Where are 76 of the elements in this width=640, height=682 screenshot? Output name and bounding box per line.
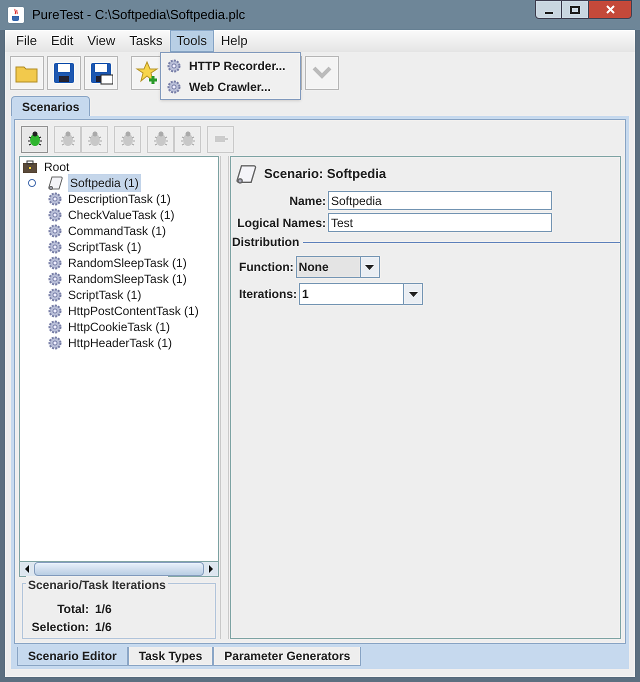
tree-item[interactable]: CommandTask (1) [66, 222, 168, 240]
scroll-icon [236, 163, 258, 185]
gear-icon [48, 336, 62, 350]
caret-icon [408, 292, 418, 296]
window-title: PureTest - C:\Softpedia\Softpedia.plc [32, 6, 246, 24]
minimize-button[interactable] [535, 0, 562, 19]
field-label: Iterations: [239, 286, 298, 303]
tree-item[interactable]: CheckValueTask (1) [66, 206, 176, 224]
section-title: Distribution [232, 234, 300, 251]
gear-icon [48, 192, 62, 206]
plug-icon [212, 134, 228, 144]
caret-icon [365, 264, 374, 270]
stat-label: Selection: [30, 619, 89, 636]
bug-icon [152, 131, 168, 147]
tree-item[interactable]: HttpPostContentTask (1) [66, 302, 201, 320]
tree-item[interactable]: ScriptTask (1) [66, 238, 144, 256]
toolbar-button[interactable] [84, 56, 118, 90]
maximize-button[interactable] [562, 0, 588, 19]
scroll-icon [48, 175, 64, 191]
java-cup-icon [8, 7, 24, 23]
bug-icon [86, 131, 102, 147]
stat-value: 1/6 [95, 601, 113, 618]
tree-item[interactable]: Softpedia (1) [68, 174, 141, 192]
floppy-icon [89, 61, 113, 85]
gear-icon [48, 256, 62, 270]
tree-item[interactable]: ScriptTask (1) [66, 286, 144, 304]
dropdown[interactable]: None [296, 256, 380, 278]
menu-entry[interactable]: HTTP Recorder... [161, 55, 300, 76]
field-label: Logical Names: [236, 214, 326, 232]
bug-icon [120, 131, 136, 147]
gear-icon [48, 272, 62, 286]
gear-icon [48, 288, 62, 302]
expand-handle-icon[interactable] [28, 179, 36, 187]
field-label: Function: [239, 259, 294, 276]
stat-label: Total: [56, 601, 89, 618]
tree-item[interactable]: DescriptionTask (1) [66, 190, 173, 208]
star-add-icon [135, 60, 161, 86]
stat-value: 1/6 [95, 619, 113, 636]
text-field[interactable]: Softpedia [328, 191, 552, 210]
menu-entry[interactable]: Web Crawler... [161, 76, 300, 97]
close-button[interactable] [588, 0, 632, 19]
gear-icon [48, 224, 62, 238]
bug-icon [26, 131, 42, 147]
tab[interactable]: Parameter Generators [213, 647, 362, 666]
gear-icon [167, 58, 181, 72]
tree-item[interactable]: RandomSleepTask (1) [66, 254, 189, 272]
gear-icon [48, 240, 62, 254]
dropdown[interactable]: 1 [299, 283, 424, 305]
gear-icon [48, 208, 62, 222]
menu-item[interactable]: File [9, 30, 44, 52]
gear-icon [167, 80, 181, 94]
tree-item[interactable]: Root [42, 158, 72, 176]
field-label: Name: [288, 192, 326, 210]
floppy-icon [52, 61, 76, 85]
close-icon [606, 5, 614, 14]
tree-item[interactable]: HttpCookieTask (1) [66, 318, 172, 336]
menu-item[interactable]: Tasks [122, 30, 170, 52]
briefcase-icon [22, 160, 38, 174]
bug-icon [180, 131, 196, 147]
tree-item[interactable]: HttpHeaderTask (1) [66, 334, 174, 352]
gear-icon [48, 304, 62, 318]
scenario-title: Scenario: Softpedia [264, 165, 386, 184]
menu-item[interactable]: Edit [44, 30, 80, 52]
chevron-down-icon [312, 66, 332, 80]
menu-item[interactable]: Help [214, 30, 255, 52]
menu-item[interactable]: View [80, 30, 122, 52]
text-field[interactable]: Test [328, 213, 552, 232]
tab[interactable]: Task Types [128, 647, 214, 666]
gear-icon [48, 320, 62, 334]
horizontal-scrollbar[interactable] [19, 562, 219, 577]
toolbar-button[interactable] [47, 56, 81, 90]
bug-icon [60, 131, 76, 147]
tab[interactable]: Scenarios [11, 96, 90, 116]
menu-item[interactable]: Tools [170, 30, 214, 52]
tree-item[interactable]: RandomSleepTask (1) [66, 270, 189, 288]
tab[interactable]: Scenario Editor [17, 647, 128, 666]
